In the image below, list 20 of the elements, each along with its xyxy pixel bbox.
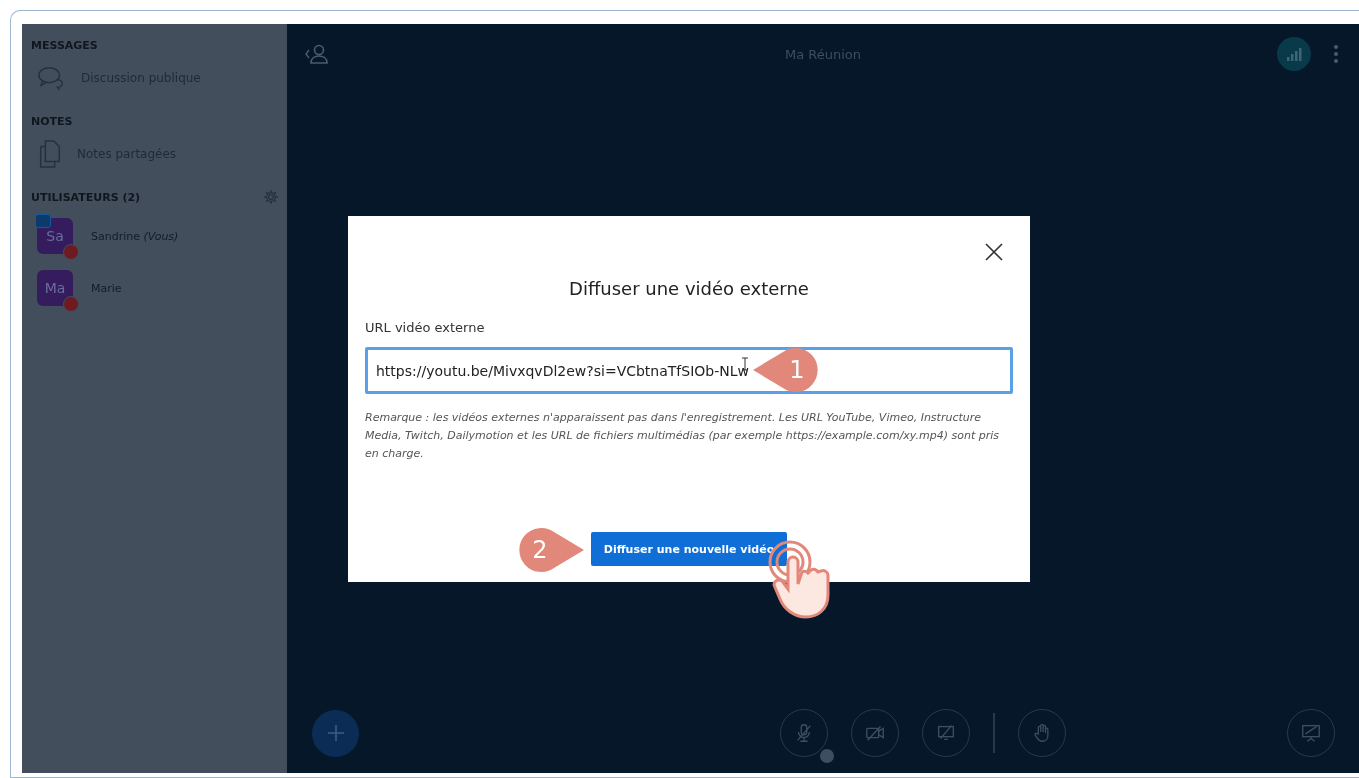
user-list-toggle-icon[interactable]: [303, 43, 329, 65]
presentation-icon: [1300, 722, 1322, 744]
plus-icon: [325, 723, 346, 743]
modal-title: Diffuser une vidéo externe: [568, 278, 810, 299]
documents-icon: [37, 139, 63, 169]
section-heading: UTILISATEURS (2): [31, 190, 141, 204]
note-text: Remarque : les vidéos externes n'apparaissent pas dans l'enregistrement. Les URL YouTube, Vimeo, Instructure Media, Twitch, Dailymotion et les URL de fichiers multimédias (par exemple https://example.com/xy.mp4) sont pris en charge.: [365, 410, 1000, 462]
settings-icon[interactable]: [263, 189, 279, 205]
section-heading: MESSAGES: [31, 38, 98, 52]
connection-status-icon[interactable]: [1277, 37, 1311, 71]
close-icon[interactable]: [985, 243, 1003, 261]
step-callout: 2: [518, 526, 584, 574]
step-callout: 1: [753, 346, 819, 394]
section-heading: NOTES: [31, 114, 73, 128]
actions-button[interactable]: [312, 709, 359, 757]
meeting-title: Ma Réunion: [784, 46, 861, 62]
more-options-icon[interactable]: [1333, 44, 1339, 64]
share-video-button[interactable]: Diffuser une nouvelle vidéo: [591, 532, 787, 566]
field-label: URL vidéo externe: [365, 320, 486, 335]
user-avatar[interactable]: Ma: [37, 270, 73, 306]
